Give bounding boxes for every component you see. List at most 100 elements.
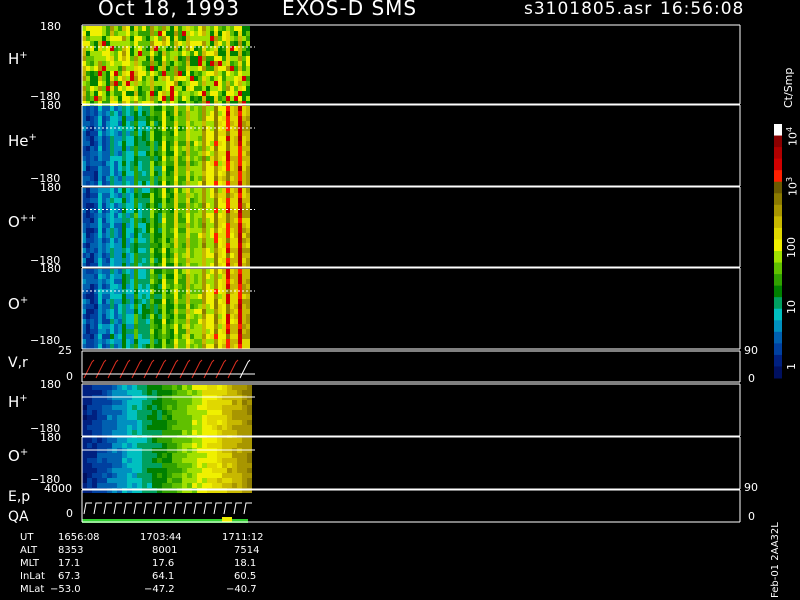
file-title: s3101805.asr [524,0,653,19]
panel-label-ep: E,p [8,489,31,505]
vr-trace [131,359,143,379]
lower-h-ymax: 180 [40,378,61,391]
ep-trace [143,502,152,515]
row-val-3: −40.7 [226,584,257,595]
panel-o-plus-lower [82,438,252,493]
vr-rmax: 90 [744,344,758,357]
colorbar-tick-1e3: 103 [785,176,800,196]
colorbar-swatch [774,158,782,171]
row-val-3: 1711:12 [222,532,264,543]
ep-trace [203,502,212,515]
ep-trace [183,502,192,515]
vr-trace [191,359,203,379]
ep-trace [153,502,162,515]
vr-rmin: 0 [748,372,755,385]
row-val-2: 17.6 [152,558,175,569]
vr-trace [215,359,227,379]
row-val-1: −53.0 [50,584,81,595]
vr-ymin: 0 [66,370,73,383]
colorbar-swatch [774,320,782,333]
vr-trace [107,359,119,379]
row-val-1: 17.1 [58,558,81,569]
vr-trace [155,359,167,379]
colorbar-swatch [774,239,782,252]
time-title: 16:56:08 [660,0,745,19]
ep-trace [233,502,242,515]
colorbar-swatch [774,204,782,217]
panel-label-o-lower: O+ [8,447,29,465]
footer-note: Feb-01 2AA32L [770,522,781,598]
qa-label: QA [8,509,29,525]
vr-trace [143,359,155,379]
row-val-2: −47.2 [144,584,175,595]
row-name: InLat [20,571,45,582]
vr-trace [119,359,131,379]
panel-h-plus [82,26,250,106]
ep-trace [213,502,222,515]
ep-trace [243,502,252,515]
row-val-1: 1656:08 [58,532,100,543]
ep-trace [173,502,182,515]
panel-label-vr: V,r [8,355,28,371]
colorbar-swatch [774,124,782,137]
row-val-1: 8353 [58,545,84,556]
ep-trace [113,502,122,515]
row-val-3: 60.5 [234,571,257,582]
colorbar-swatch [774,366,782,379]
qa-marker [222,517,232,522]
panel-ymax-he: 180 [40,99,61,112]
colorbar-unit: Ct/Smp [782,67,795,108]
ep-trace [193,502,202,515]
row-name: UT [20,532,34,543]
ep-ymin: 0 [66,507,73,520]
colorbar-swatch [774,308,782,321]
vr-trace [167,359,179,379]
panel-ymax-op: 180 [40,262,61,275]
colorbar-swatch [774,135,782,148]
ep-trace [83,502,92,515]
panel-label-opp: O++ [8,213,37,231]
vr-trace [95,359,107,379]
row-val-2: 8001 [152,545,178,556]
panel-ymax-opp: 180 [40,181,61,194]
vr-trace [203,359,215,379]
colorbar-swatch [774,297,782,310]
panel-he-plus [82,106,250,186]
colorbar-swatch [774,147,782,160]
row-val-2: 1703:44 [140,532,182,543]
panel-label-h-lower: H+ [8,393,28,411]
panel-o-plusplus [82,188,250,268]
ep-trace [133,502,142,515]
ep-trace [123,502,132,515]
row-val-2: 64.1 [152,571,175,582]
ep-rmin: 0 [748,510,755,523]
ep-ymax: 4000 [44,482,72,495]
colorbar-tick-1: 1 [785,363,798,370]
vr-ymax: 25 [58,344,72,357]
date-title: Oct 18, 1993 [98,0,240,20]
panel-ymax-h: 180 [40,20,61,33]
panel-label-he: He+ [8,132,37,150]
panel-o-plus [82,269,250,349]
row-name: MLat [20,584,45,595]
panel-ymin-op: −180 [30,334,61,347]
row-name: MLT [20,558,39,569]
row-name: ALT [20,545,38,556]
spectrogram-plot [81,24,782,523]
vr-trace [227,359,239,379]
colorbar-swatch [774,331,782,344]
colorbar-swatch [774,193,782,206]
colorbar-swatch [774,170,782,183]
colorbar-swatch [774,181,782,194]
colorbar-swatch [774,262,782,275]
colorbar-tick-10: 10 [785,300,798,314]
colorbar-swatch [774,227,782,240]
instrument-title: EXOS-D SMS [282,0,418,20]
lower-o-ymax: 180 [40,431,61,444]
colorbar-tick-100: 100 [785,237,798,258]
colorbar-swatch [774,274,782,287]
ep-rmax: 90 [744,481,758,494]
colorbar-tick-1e4: 104 [785,126,800,146]
colorbar-swatch [774,343,782,356]
colorbar-swatch [774,251,782,264]
